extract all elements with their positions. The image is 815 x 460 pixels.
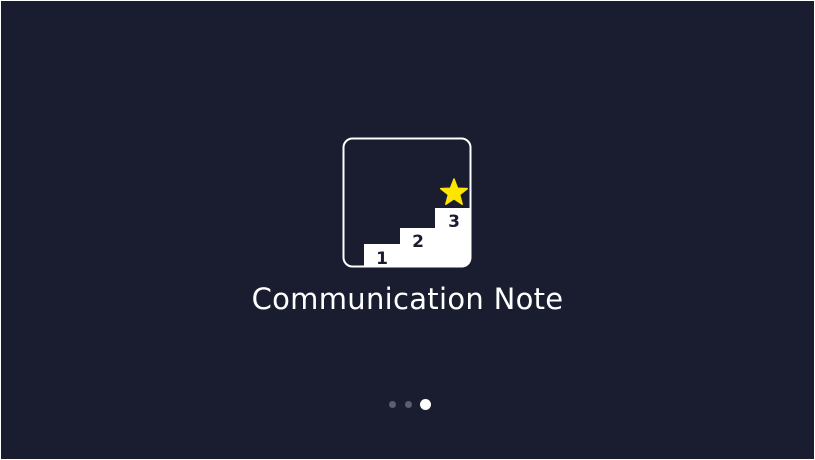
splash-screen: 1 2 3 Communication Note: [1, 1, 814, 459]
star-icon: [439, 178, 469, 205]
page-dot-1[interactable]: [389, 401, 396, 408]
app-title: Communication Note: [251, 282, 564, 316]
page-dot-3-active[interactable]: [420, 399, 431, 410]
page-indicator: [386, 398, 436, 412]
app-logo-icon: 1 2 3: [342, 137, 472, 268]
step-label-2: 2: [412, 232, 424, 252]
page-dot-2[interactable]: [405, 401, 412, 408]
step-label-3: 3: [448, 212, 460, 232]
step-label-1: 1: [376, 249, 388, 268]
